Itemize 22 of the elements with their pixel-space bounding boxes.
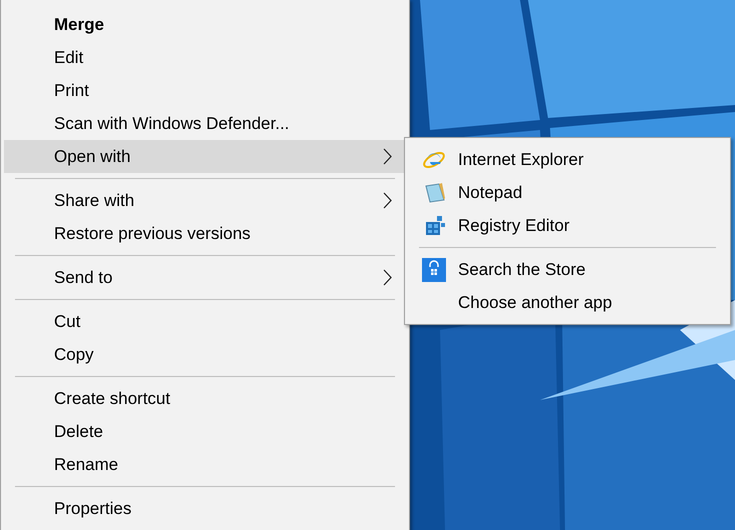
menu-item[interactable]: Restore previous versions [4, 217, 406, 250]
menu-item[interactable]: Search the Store [408, 253, 727, 286]
menu-item[interactable]: Registry Editor [408, 209, 727, 242]
menu-item[interactable]: Send to [4, 261, 406, 294]
menu-item[interactable]: Choose another app [408, 286, 727, 319]
menu-item[interactable]: Internet Explorer [408, 143, 727, 176]
menu-item[interactable]: Cut [4, 305, 406, 338]
menu-item[interactable]: Rename [4, 448, 406, 481]
chevron-icon [383, 148, 392, 165]
menu-item[interactable]: Scan with Windows Defender... [4, 107, 406, 140]
menu-item[interactable]: Open with [4, 140, 406, 173]
menu-item[interactable]: Copy [4, 338, 406, 371]
chevron-icon [383, 269, 392, 286]
menu-item[interactable]: Notepad [408, 176, 727, 209]
menu-item[interactable]: Delete [4, 415, 406, 448]
menu-item[interactable]: Properties [4, 492, 406, 525]
menu-item[interactable]: Share with [4, 184, 406, 217]
menu-item[interactable]: Merge [4, 8, 406, 41]
menu-item[interactable]: Edit [4, 41, 406, 74]
menu-item[interactable]: Print [4, 74, 406, 107]
chevron-icon [383, 192, 392, 209]
menu-item[interactable]: Create shortcut [4, 382, 406, 415]
